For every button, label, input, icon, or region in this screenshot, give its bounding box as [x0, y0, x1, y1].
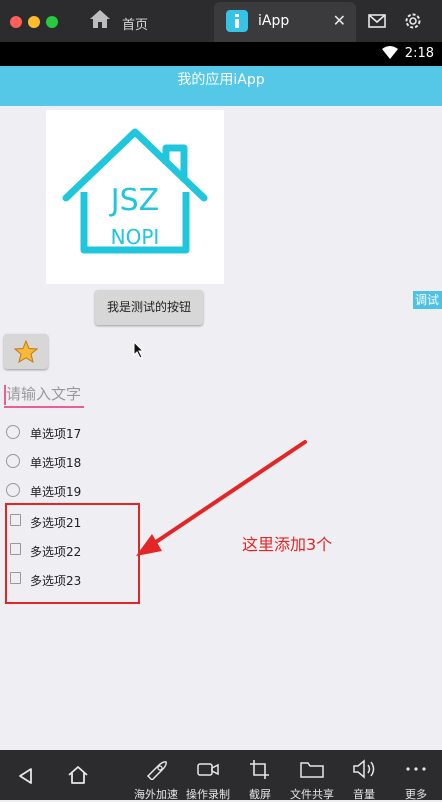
test-button[interactable]: 我是测试的按钮: [95, 290, 203, 325]
radio-circle[interactable]: [6, 483, 20, 497]
more-icon: [406, 767, 426, 771]
annotation-text: 这里添加3个: [242, 535, 333, 554]
maximize-window-button[interactable]: [46, 16, 58, 28]
nav-more[interactable]: 更多: [388, 750, 442, 801]
tab-iapp-label: iApp: [258, 13, 290, 29]
logo-text-nopi: NOPI: [111, 225, 160, 249]
mouse-cursor-icon: [133, 341, 145, 359]
radio-label: 单选项19: [30, 485, 82, 499]
record-icon: [197, 763, 219, 776]
app-title: 我的应用iApp: [177, 72, 265, 88]
minimize-window-button[interactable]: [28, 16, 40, 28]
mail-icon[interactable]: [366, 10, 388, 32]
debug-tag[interactable]: 调试: [413, 291, 442, 309]
app-logo: JSZ NOPI: [46, 110, 224, 284]
crop-icon: [250, 760, 269, 779]
annotation-highlight-box: [5, 503, 140, 604]
gear-icon[interactable]: [402, 10, 424, 32]
nav-file-share[interactable]: 文件共享: [284, 750, 340, 801]
star-icon: [14, 340, 38, 363]
home-icon: [90, 10, 110, 28]
status-bar: 2:18: [0, 42, 442, 66]
tab-home-label: 首页: [122, 18, 149, 33]
home-icon[interactable]: [66, 764, 90, 786]
logo-text-jsz: JSZ: [109, 183, 159, 218]
iapp-icon: [226, 10, 248, 32]
close-window-button[interactable]: [10, 16, 22, 28]
bottom-toolbar: 海外加速 操作录制 截屏 文件共享 音量 更多: [0, 750, 442, 801]
text-caret: [4, 385, 6, 405]
volume-icon: [353, 759, 375, 779]
nav-overseas-accel[interactable]: 海外加速: [128, 750, 184, 801]
close-tab-icon[interactable]: ✕: [333, 11, 346, 30]
tab-home[interactable]: 首页: [70, 2, 210, 40]
radio-circle[interactable]: [6, 454, 20, 468]
nav-op-record[interactable]: 操作录制: [180, 750, 236, 801]
nav-volume[interactable]: 音量: [336, 750, 392, 801]
app-title-bar: 我的应用iApp: [0, 66, 442, 106]
folder-icon: [300, 762, 324, 778]
radio-label: 单选项17: [30, 427, 82, 441]
radio-circle[interactable]: [6, 425, 20, 439]
tab-iapp[interactable]: iApp ✕: [214, 2, 356, 42]
wifi-icon: [382, 46, 398, 59]
radio-label: 单选项18: [30, 456, 82, 470]
window-titlebar: 首页 iApp ✕: [0, 0, 442, 42]
star-button[interactable]: [4, 334, 48, 369]
rocket-icon: [146, 761, 167, 780]
text-input[interactable]: [4, 382, 84, 408]
status-time: 2:18: [404, 46, 434, 61]
back-icon[interactable]: [16, 766, 36, 786]
nav-screenshot[interactable]: 截屏: [232, 750, 288, 801]
